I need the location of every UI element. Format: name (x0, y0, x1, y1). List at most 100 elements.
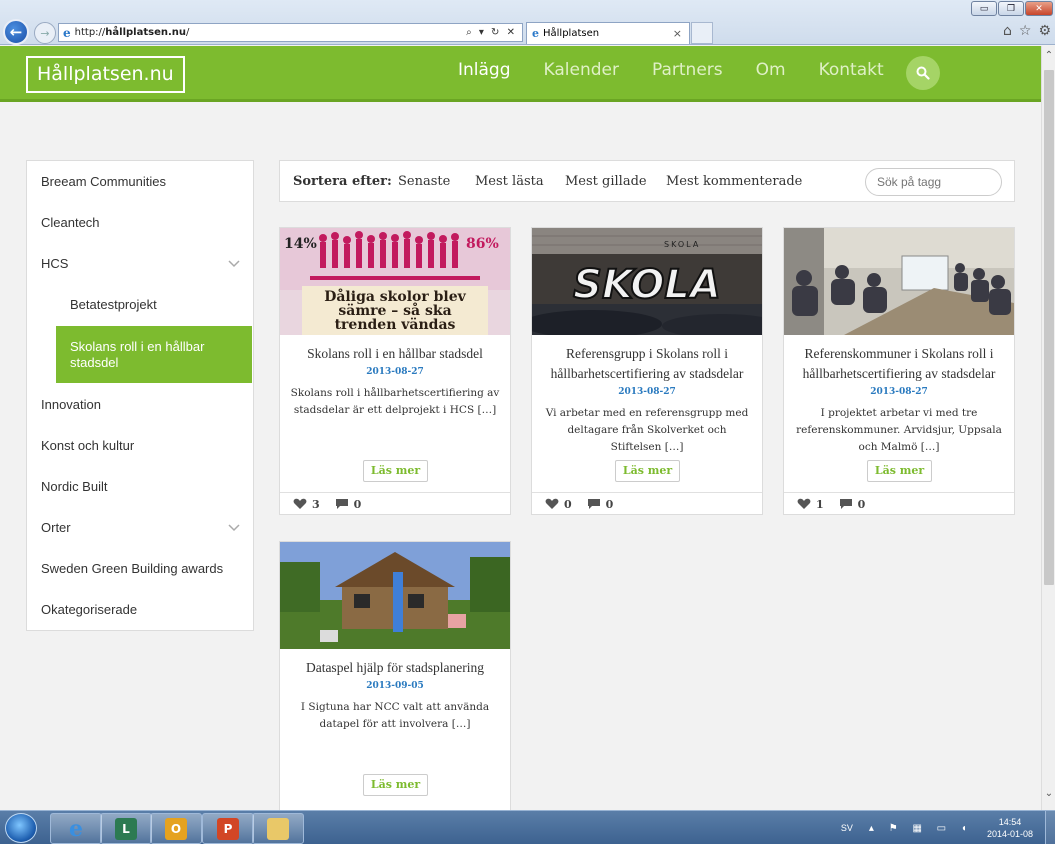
sidebar-item-label: Cleantech (41, 215, 100, 230)
taskbar-ie-button[interactable]: e (50, 813, 102, 844)
post-card: Referenskommuner i Skolans roll i hållba… (783, 227, 1015, 515)
read-more-button[interactable]: Läs mer (615, 460, 680, 482)
post-title[interactable]: Dataspel hjälp för stadsplanering (286, 658, 504, 678)
category-sidebar: Breeam Communities Cleantech HCS Betates… (26, 160, 254, 631)
nav-om[interactable]: Om (756, 46, 786, 102)
show-desktop-button[interactable] (1045, 811, 1055, 844)
settings-gear-icon[interactable]: ⚙ (1038, 23, 1051, 39)
browser-tab[interactable]: e Hållplatsen × (526, 22, 690, 44)
tag-search-input[interactable] (865, 168, 1002, 196)
nav-partners[interactable]: Partners (652, 46, 723, 102)
sort-most-liked[interactable]: Mest gillade (565, 174, 647, 189)
home-icon[interactable]: ⌂ (1003, 23, 1012, 39)
windows-taskbar: e L O P SV ▴ ⚑ ▦ ▭ ◖ 14:54 2014-01-08 (0, 810, 1055, 844)
comment-icon[interactable] (587, 498, 601, 510)
clock[interactable]: 14:54 2014-01-08 (987, 816, 1033, 840)
windows-start-icon[interactable] (5, 813, 37, 843)
chevron-down-icon[interactable] (227, 254, 241, 272)
scroll-up-icon[interactable]: ⌃ (1042, 50, 1055, 66)
taskbar-network-button[interactable]: L (100, 813, 152, 844)
post-footer: 3 0 (280, 492, 510, 514)
post-date: 2013-08-27 (618, 387, 676, 397)
url-host: hållplatsen.nu (105, 27, 187, 38)
image-line3: trenden vändas (335, 317, 456, 333)
like-count: 1 (816, 497, 824, 511)
heart-icon[interactable] (797, 498, 811, 510)
nav-kalender[interactable]: Kalender (544, 46, 619, 102)
read-more-button[interactable]: Läs mer (363, 774, 428, 796)
window-controls: ▭ ❐ ✕ (971, 1, 1053, 16)
sidebar-item-okategoriserade[interactable]: Okategoriserade (27, 589, 253, 630)
post-image-minecraft[interactable] (280, 542, 510, 649)
forward-arrow-icon[interactable]: → (34, 22, 56, 44)
sidebar-item-orter[interactable]: Orter (27, 507, 253, 548)
tray-icons[interactable]: ▴ ⚑ ▦ ▭ ◖ (869, 823, 973, 834)
clock-time: 14:54 (998, 817, 1022, 827)
post-footer: 0 0 (532, 492, 762, 514)
sidebar-item-sweden-green-building[interactable]: Sweden Green Building awards (27, 548, 253, 589)
sidebar-item-betatestprojekt[interactable]: Betatestprojekt (27, 284, 253, 325)
comment-icon[interactable] (335, 498, 349, 510)
sidebar-item-label: Nordic Built (41, 479, 108, 494)
language-indicator[interactable]: SV (841, 823, 853, 833)
sidebar-item-skolans-roll[interactable]: Skolans roll i en hållbar stadsdel (56, 326, 252, 383)
restore-button[interactable]: ❐ (998, 1, 1024, 16)
read-more-button[interactable]: Läs mer (363, 460, 428, 482)
sidebar-item-hcs[interactable]: HCS (27, 243, 253, 284)
scroll-thumb[interactable] (1044, 70, 1054, 585)
sidebar-item-nordic-built[interactable]: Nordic Built (27, 466, 253, 507)
scroll-down-icon[interactable]: ⌄ (1042, 788, 1055, 804)
comment-count: 0 (353, 497, 362, 511)
sidebar-item-breeam[interactable]: Breeam Communities (27, 161, 253, 202)
search-button[interactable] (906, 56, 940, 90)
image-pct-left: 14% (284, 236, 317, 252)
favorites-star-icon[interactable]: ☆ (1019, 23, 1032, 39)
post-title[interactable]: Referensgrupp i Skolans roll i hållbarhe… (538, 344, 756, 384)
sidebar-item-konst-och-kultur[interactable]: Konst och kultur (27, 425, 253, 466)
post-card: 14% 86% Dåliga skolor blev sämre – så sk… (279, 227, 511, 515)
nav-inlagg[interactable]: Inlägg (458, 46, 511, 102)
address-bar[interactable]: e http://hållplatsen.nu/ ⌕ ▾ ↻ ✕ (58, 23, 523, 42)
site-logo[interactable]: Hållplatsen.nu (26, 56, 185, 93)
taskbar-explorer-button[interactable] (252, 813, 304, 844)
comment-icon[interactable] (839, 498, 853, 510)
sort-most-commented[interactable]: Mest kommenterade (666, 174, 802, 189)
post-footer: 1 0 (784, 492, 1014, 514)
sidebar-item-innovation[interactable]: Innovation (27, 384, 253, 425)
minecraft-image (280, 542, 510, 649)
like-count: 3 (312, 497, 320, 511)
post-image-meeting[interactable] (784, 228, 1014, 335)
heart-icon[interactable] (545, 498, 559, 510)
heart-icon[interactable] (293, 498, 307, 510)
search-icon (916, 66, 930, 80)
main-nav: Inlägg Kalender Partners Om Kontakt (458, 46, 917, 102)
sidebar-item-label: Betatestprojekt (70, 297, 157, 312)
file-explorer-icon (267, 817, 289, 840)
page-scrollbar[interactable]: ⌃ ⌄ (1041, 46, 1055, 810)
tab-ie-icon: e (532, 27, 539, 40)
address-tools[interactable]: ⌕ ▾ ↻ ✕ (466, 27, 522, 38)
taskbar-powerpoint-button[interactable]: P (202, 813, 254, 844)
post-image-newspaper[interactable]: 14% 86% Dåliga skolor blev sämre – så sk… (280, 228, 510, 335)
post-image-graffiti[interactable]: SKOLA SKOLA (532, 228, 762, 335)
sidebar-item-cleantech[interactable]: Cleantech (27, 202, 253, 243)
comment-count: 0 (857, 497, 866, 511)
sort-label: Sortera efter: (293, 174, 392, 189)
url-suffix: / (186, 27, 190, 38)
chevron-down-icon[interactable] (227, 518, 241, 536)
taskbar-outlook-button[interactable]: O (150, 813, 202, 844)
read-more-button[interactable]: Läs mer (867, 460, 932, 482)
new-tab-button[interactable] (691, 22, 713, 44)
back-arrow-icon[interactable]: ← (3, 19, 29, 45)
post-title[interactable]: Referenskommuner i Skolans roll i hållba… (790, 344, 1008, 384)
sort-most-read[interactable]: Mest lästa (475, 174, 544, 189)
image-pct-right: 86% (466, 236, 499, 252)
like-count: 0 (564, 497, 572, 511)
nav-kontakt[interactable]: Kontakt (819, 46, 884, 102)
sort-latest[interactable]: Senaste (398, 174, 450, 189)
tab-close-icon[interactable]: × (673, 27, 689, 40)
close-window-button[interactable]: ✕ (1025, 1, 1053, 16)
address-url: http://hållplatsen.nu/ (75, 27, 466, 38)
post-title[interactable]: Skolans roll i en hållbar stadsdel (286, 344, 504, 364)
minimize-button[interactable]: ▭ (971, 1, 997, 16)
